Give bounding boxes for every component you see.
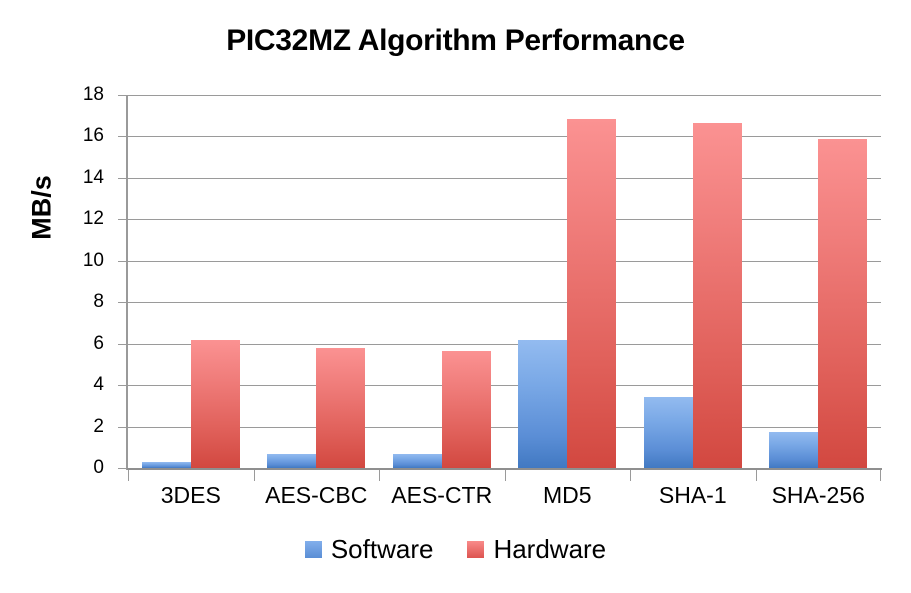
bar-group: [379, 95, 505, 468]
x-axis-tick-mark: [630, 470, 631, 481]
bar-hardware-aes-ctr: [441, 350, 491, 468]
legend-label: Software: [330, 534, 434, 564]
x-axis-tick-labels: 3DES AES-CBC AES-CTR MD5 SHA-1 SHA-256: [128, 482, 881, 516]
x-axis-tick-mark: [755, 470, 757, 481]
bar-software-sha-256: [769, 431, 819, 468]
bar-group: [505, 95, 631, 468]
x-axis-label-aes-ctr: AES-CTR: [391, 482, 493, 508]
x-axis-tick-mark: [379, 470, 380, 481]
x-axis-label-3des: 3DES: [160, 482, 221, 508]
bar-hardware-aes-cbc: [316, 347, 366, 468]
x-axis-tick-mark: [504, 470, 506, 481]
chart-title: PIC32MZ Algorithm Performance: [226, 24, 685, 57]
bar-group: [756, 95, 882, 468]
x-axis-label-md5: MD5: [542, 482, 592, 508]
bar-group: [630, 95, 756, 468]
bar-software-aes-ctr: [392, 453, 442, 468]
bar-group: [254, 95, 380, 468]
bar-chart: PIC32MZ Algorithm Performance MB/s 02468…: [0, 0, 911, 593]
x-axis-label-sha-256: SHA-256: [771, 482, 865, 508]
bar-software-md5: [518, 339, 568, 468]
bar-group: [128, 95, 254, 468]
legend-label: Hardware: [493, 534, 607, 564]
x-axis-label-sha-1: SHA-1: [658, 482, 727, 508]
x-axis-tick-mark: [253, 470, 255, 481]
bar-software-sha-1: [643, 396, 693, 468]
x-axis-tick-marks: [128, 470, 881, 482]
legend-swatch-hardware-icon: [467, 540, 485, 558]
bar-hardware-3des: [190, 339, 240, 468]
legend-swatch-software-icon: [304, 540, 322, 558]
chart-legend: Software Hardware: [0, 536, 911, 562]
legend-item-software[interactable]: Software: [304, 534, 434, 564]
x-axis-tick-mark: [880, 470, 881, 481]
bars-layer: [128, 95, 881, 468]
x-axis-tick-mark: [128, 470, 129, 481]
bar-software-aes-cbc: [267, 453, 317, 468]
x-axis-label-aes-cbc: AES-CBC: [265, 482, 368, 508]
bar-hardware-md5: [567, 118, 617, 468]
bar-hardware-sha-1: [692, 122, 742, 468]
bar-hardware-sha-256: [818, 138, 868, 468]
legend-item-hardware[interactable]: Hardware: [467, 536, 606, 562]
